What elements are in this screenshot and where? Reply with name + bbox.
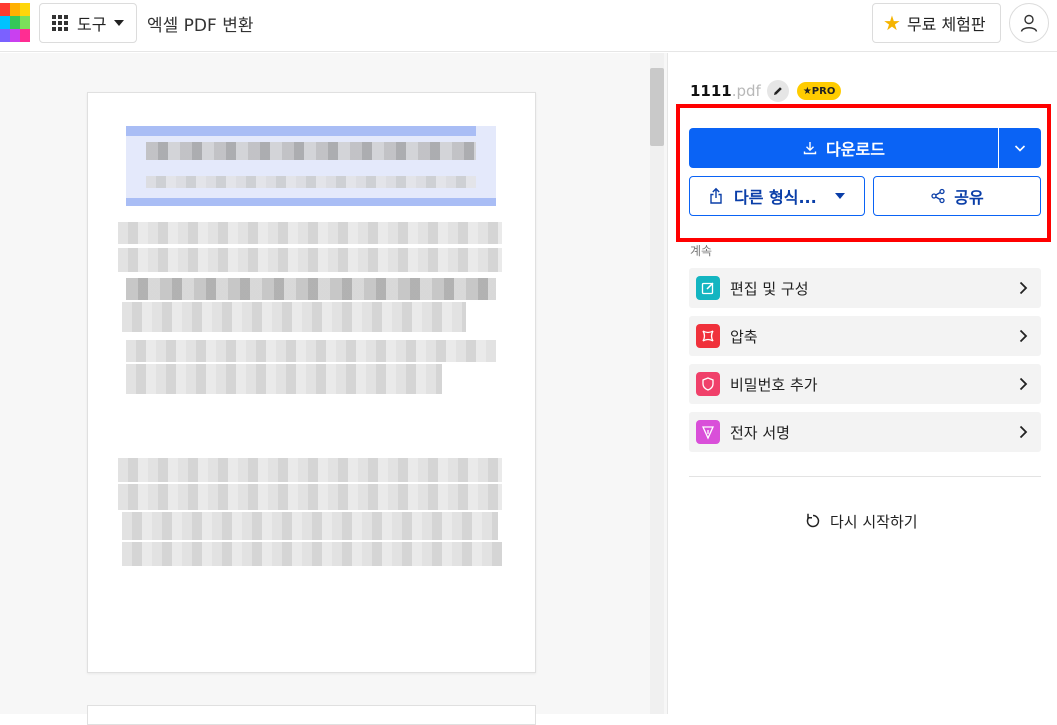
- blurred-text: [146, 142, 476, 160]
- heading-bar: [126, 126, 476, 136]
- share-icon: [931, 188, 945, 204]
- continue-section-label: 계속: [690, 244, 713, 258]
- chevron-down-icon: [1014, 145, 1026, 152]
- pdf-page-2: [87, 705, 536, 725]
- caret-down-icon: [114, 20, 125, 26]
- tools-menu-button[interactable]: 도구: [39, 3, 137, 43]
- grid-icon: [52, 15, 68, 31]
- share-label: 공유: [954, 188, 984, 207]
- tool-item-edit[interactable]: 편집 및 구성: [689, 268, 1041, 308]
- file-name-row: 1111 .pdf ★PRO: [690, 80, 842, 102]
- file-extension: .pdf: [731, 82, 761, 100]
- highlighted-heading: [126, 126, 496, 206]
- chevron-right-icon: [1019, 377, 1028, 391]
- blurred-text: [126, 364, 442, 394]
- app-logo[interactable]: [0, 3, 31, 43]
- preview-scrollbar[interactable]: [650, 53, 664, 714]
- blurred-text: [118, 248, 502, 272]
- share-button[interactable]: 공유: [873, 176, 1041, 216]
- tool-item-esign[interactable]: 전자 서명: [689, 412, 1041, 452]
- chevron-right-icon: [1019, 425, 1028, 439]
- download-options-button[interactable]: [999, 128, 1041, 168]
- blurred-text: [118, 484, 502, 510]
- blurred-text: [126, 340, 496, 362]
- chevron-right-icon: [1019, 281, 1028, 295]
- tool-label: 비밀번호 추가: [730, 375, 818, 394]
- pencil-icon: [773, 87, 782, 95]
- file-name: 1111: [690, 82, 732, 100]
- blurred-text: [118, 222, 502, 244]
- compress-icon: [696, 324, 720, 348]
- chevron-right-icon: [1019, 329, 1028, 343]
- download-button[interactable]: 다운로드: [689, 128, 998, 168]
- caret-down-icon: [834, 193, 845, 199]
- star-icon: ★: [883, 11, 901, 35]
- download-icon: [803, 142, 817, 155]
- panel-divider: [689, 476, 1041, 477]
- export-icon: [710, 187, 722, 204]
- restart-label: 다시 시작하기: [830, 512, 918, 531]
- tool-label: 전자 서명: [730, 423, 790, 442]
- tool-item-password[interactable]: 비밀번호 추가: [689, 364, 1041, 404]
- page-title: 엑셀 PDF 변환: [147, 16, 254, 36]
- pro-badge: ★PRO: [796, 82, 842, 100]
- tool-label: 편집 및 구성: [730, 279, 809, 298]
- other-format-button[interactable]: 다른 형식...: [689, 176, 865, 216]
- tool-item-compress[interactable]: 압축: [689, 316, 1041, 356]
- blurred-text: [118, 458, 502, 482]
- free-trial-button[interactable]: ★ 무료 체험판: [872, 3, 1001, 43]
- user-icon: [1020, 14, 1038, 32]
- tools-label: 도구: [77, 15, 107, 34]
- blurred-text: [122, 302, 466, 332]
- tool-label: 압축: [730, 327, 758, 346]
- download-label: 다운로드: [826, 140, 885, 159]
- top-bar: 도구 엑셀 PDF 변환 ★ 무료 체험판: [0, 0, 1057, 52]
- shield-icon: [696, 372, 720, 396]
- heading-bar: [126, 198, 496, 206]
- preview-scroll-thumb[interactable]: [650, 68, 664, 146]
- blurred-text: [122, 542, 502, 566]
- pen-icon: [696, 420, 720, 444]
- highlight-box: [676, 104, 1051, 242]
- blurred-text: [146, 176, 476, 188]
- blurred-text: [122, 512, 498, 540]
- account-button[interactable]: [1009, 3, 1049, 43]
- restart-button[interactable]: 다시 시작하기: [804, 510, 918, 532]
- free-trial-label: 무료 체험판: [906, 15, 986, 34]
- edit-icon: [696, 276, 720, 300]
- blurred-text: [126, 278, 496, 300]
- other-format-label: 다른 형식...: [734, 188, 817, 207]
- rename-button[interactable]: [766, 80, 789, 102]
- restart-icon: [806, 513, 820, 528]
